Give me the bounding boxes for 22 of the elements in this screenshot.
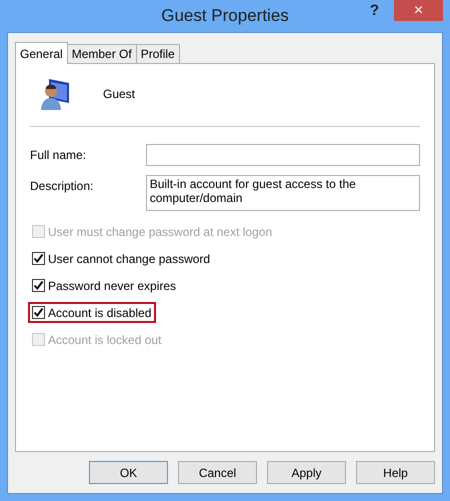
field-label: Full name:: [30, 147, 88, 164]
user-name: Guest: [103, 87, 136, 101]
tab[interactable]: Profile: [136, 44, 180, 63]
checkmark-icon: [33, 253, 44, 264]
dialog-button[interactable]: OK: [89, 461, 168, 484]
field-label: Description:: [30, 178, 94, 195]
window-title: Guest Properties: [161, 6, 289, 26]
tab[interactable]: General: [15, 42, 68, 64]
checkbox-option[interactable]: Password never expires: [28, 275, 182, 296]
text-area[interactable]: Built-in account for guest access to the computer/domain: [146, 175, 420, 211]
help-button[interactable]: ?: [366, 2, 383, 19]
close-button[interactable]: ×: [394, 0, 443, 21]
checkmark-icon: [33, 280, 44, 291]
dialog-button[interactable]: Apply: [267, 461, 346, 484]
dialog-button[interactable]: Help: [356, 461, 435, 484]
tab[interactable]: Member Of: [66, 44, 137, 63]
text-field[interactable]: [146, 144, 420, 166]
highlighted-option[interactable]: Account is disabled: [28, 302, 156, 323]
user-icon: [41, 77, 71, 111]
checkmark-icon: [33, 307, 44, 318]
checkbox-option[interactable]: User cannot change password: [28, 248, 216, 269]
dialog-button[interactable]: Cancel: [178, 461, 257, 484]
